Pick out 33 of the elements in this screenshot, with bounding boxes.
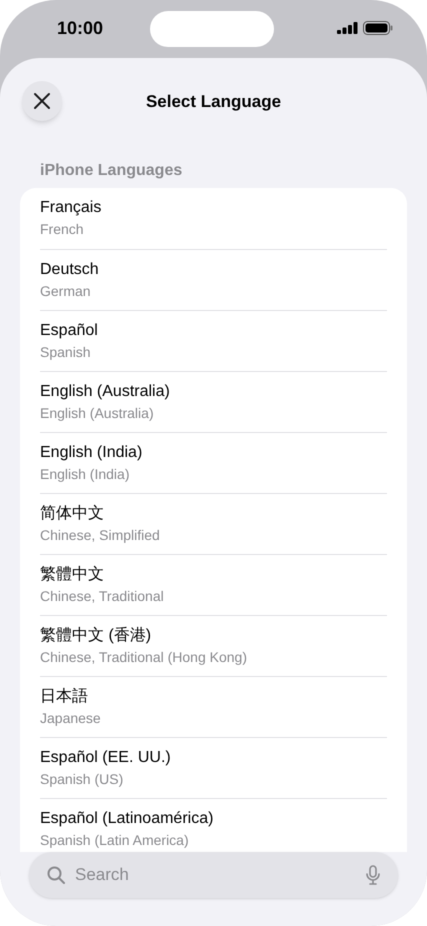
language-english-name: Chinese, Traditional (Hong Kong) (40, 648, 248, 666)
language-name[interactable]: English (Australia) (40, 382, 170, 402)
battery-icon (363, 20, 393, 34)
language-english-name: French (40, 220, 84, 238)
language-english-name: Spanish (US) (40, 770, 124, 788)
language-english-name: English (Australia) (40, 404, 154, 422)
language-name[interactable]: Español (EE. UU.) (40, 748, 171, 768)
language-name[interactable]: Español (Latinoamérica) (40, 809, 214, 829)
language-name[interactable]: 简体中文 (40, 504, 104, 524)
language-name[interactable]: English (India) (40, 443, 142, 463)
search-icon (47, 866, 65, 884)
language-name[interactable]: 日本語 (40, 687, 88, 707)
close-icon (33, 92, 51, 110)
language-english-name: Chinese, Simplified (40, 526, 160, 544)
language-english-name: Chinese, Traditional (40, 587, 164, 605)
sheet-title: Select Language (146, 91, 282, 113)
section-header: iPhone Languages (40, 161, 182, 181)
language-english-name: English (India) (40, 465, 130, 483)
language-name[interactable]: Deutsch (40, 260, 99, 280)
language-name[interactable]: 繁體中文 (香港) (40, 626, 152, 646)
close-button[interactable] (22, 81, 62, 121)
language-english-name: Spanish (Latin America) (40, 831, 189, 849)
language-name[interactable]: 繁體中文 (40, 565, 104, 585)
status-time: 10:00 (57, 18, 104, 36)
search-field[interactable]: Search (75, 862, 356, 888)
language-name[interactable]: Français (40, 198, 102, 218)
language-english-name: German (40, 282, 91, 300)
microphone-icon (366, 865, 380, 885)
language-english-name: Japanese (40, 709, 101, 727)
signal-icon (337, 22, 358, 34)
language-name[interactable]: Español (40, 321, 98, 341)
language-english-name: Spanish (40, 343, 91, 361)
search-bar[interactable]: Search (29, 852, 398, 898)
